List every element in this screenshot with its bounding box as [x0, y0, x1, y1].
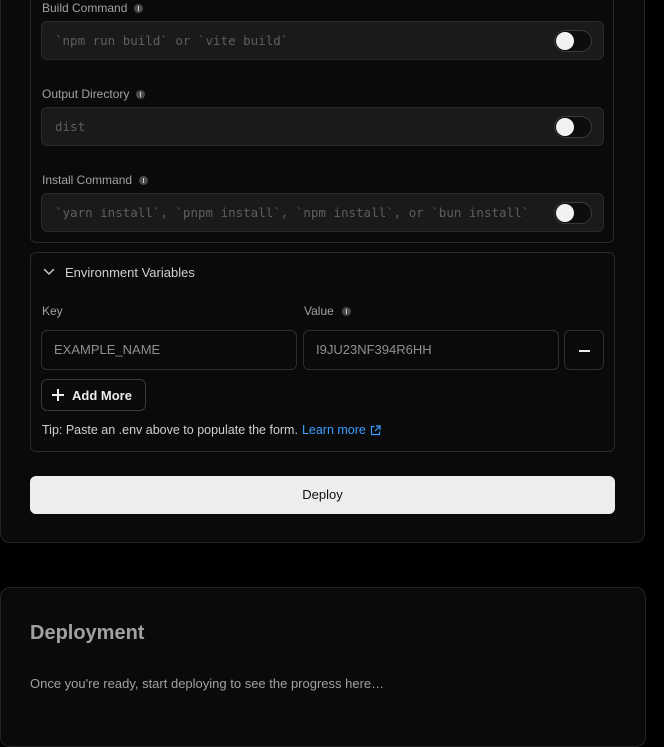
external-link-icon	[370, 424, 381, 435]
deployment-description: Once you're ready, start deploying to se…	[30, 676, 385, 691]
environment-variables-title: Environment Variables	[65, 264, 195, 280]
output-directory-placeholder: dist	[55, 119, 86, 134]
deploy-button[interactable]: Deploy	[30, 476, 615, 514]
remove-variable-button[interactable]	[564, 330, 604, 370]
env-key-placeholder: EXAMPLE_NAME	[54, 342, 161, 357]
info-icon[interactable]	[134, 3, 144, 13]
add-more-label: Add More	[72, 387, 132, 403]
install-command-label-text: Install Command	[42, 173, 133, 187]
toggle-knob	[556, 118, 574, 136]
output-directory-label: Output Directory	[42, 86, 146, 102]
add-more-button[interactable]: Add More	[41, 379, 146, 411]
env-tip-text: Tip: Paste an .env above to populate the…	[42, 423, 298, 437]
deployment-title: Deployment	[30, 622, 145, 644]
env-value-placeholder: I9JU23NF394R6HH	[316, 342, 432, 357]
chevron-down-icon	[43, 268, 55, 275]
env-key-label: Key	[42, 304, 63, 318]
install-command-field[interactable]: `yarn install`, `pnpm install`, `npm ins…	[41, 193, 604, 232]
env-key-input[interactable]: EXAMPLE_NAME	[41, 330, 297, 370]
env-key-label-text: Key	[42, 304, 63, 318]
output-directory-override-toggle[interactable]	[554, 116, 592, 138]
learn-more-label: Learn more	[301, 423, 366, 437]
toggle-knob	[556, 204, 574, 222]
info-icon[interactable]	[139, 175, 149, 185]
env-tip: Tip: Paste an .env above to populate the…	[42, 421, 381, 439]
env-value-label-text: Value	[304, 304, 334, 318]
output-directory-label-text: Output Directory	[42, 87, 130, 101]
environment-variables-toggle[interactable]: Environment Variables	[43, 263, 195, 281]
build-command-label-text: Build Command	[42, 1, 128, 15]
plus-icon	[52, 389, 64, 401]
learn-more-link[interactable]: Learn more	[302, 423, 381, 437]
env-value-input[interactable]: I9JU23NF394R6HH	[303, 330, 559, 370]
build-command-field[interactable]: `npm run build` or `vite build`	[41, 21, 604, 60]
deployment-card	[0, 587, 646, 747]
toggle-knob	[556, 32, 574, 50]
install-command-label: Install Command	[42, 172, 149, 188]
install-command-placeholder: `yarn install`, `pnpm install`, `npm ins…	[55, 205, 530, 220]
build-command-placeholder: `npm run build` or `vite build`	[55, 33, 289, 48]
info-icon[interactable]	[136, 89, 146, 99]
deploy-button-label: Deploy	[302, 487, 343, 502]
env-value-label: Value	[304, 304, 351, 318]
info-icon[interactable]	[341, 306, 351, 316]
build-command-override-toggle[interactable]	[554, 30, 592, 52]
build-command-label: Build Command	[42, 0, 144, 16]
install-command-override-toggle[interactable]	[554, 202, 592, 224]
output-directory-field[interactable]: dist	[41, 107, 604, 146]
